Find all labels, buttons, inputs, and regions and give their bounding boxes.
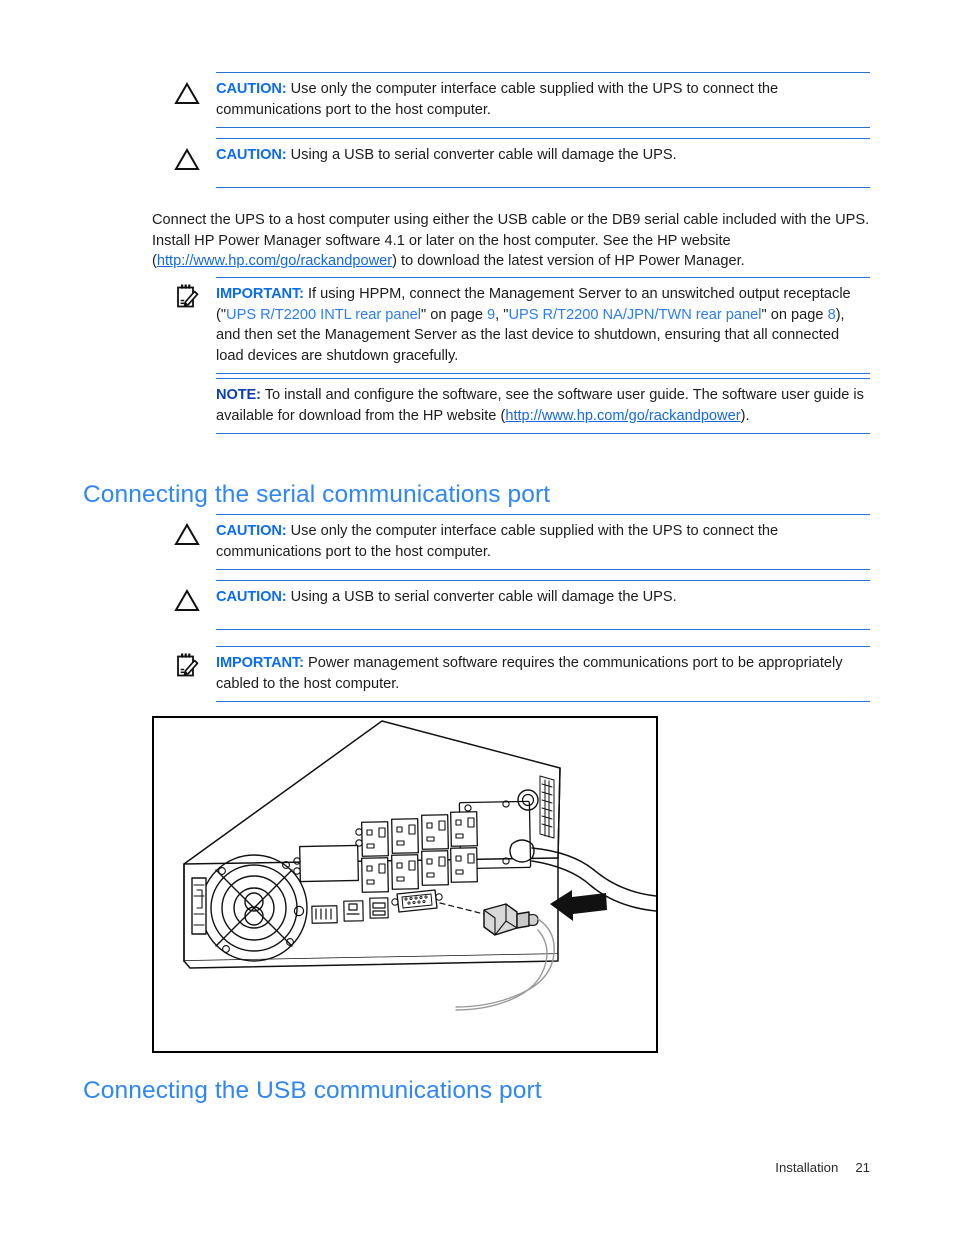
admonition-rule-bottom bbox=[216, 628, 870, 630]
page-ref-8[interactable]: 8 bbox=[828, 307, 836, 323]
caution-block-3-body: CAUTION: Use only the computer interface… bbox=[216, 515, 870, 569]
note-block-1: NOTE: To install and configure the softw… bbox=[216, 378, 870, 435]
important-block-1: IMPORTANT: If using HPPM, connect the Ma… bbox=[216, 277, 870, 375]
admonition-rule-bottom bbox=[216, 127, 870, 129]
caution-text: Use only the computer interface cable su… bbox=[216, 81, 779, 118]
xref-ups-na-jpn-twn-rear-panel[interactable]: UPS R/T2200 NA/JPN/TWN rear panel bbox=[508, 307, 761, 323]
footer-page-number: 21 bbox=[855, 1160, 870, 1175]
footer-chapter: Installation bbox=[775, 1160, 839, 1175]
important-text-part-2: " on page bbox=[421, 306, 488, 323]
admonition-rule-bottom bbox=[216, 569, 870, 571]
paragraph-line-1: Connect the UPS to a host computer using… bbox=[152, 212, 831, 228]
document-page: CAUTION: Use only the computer interface… bbox=[0, 0, 954, 1235]
important-block-1-body: IMPORTANT: If using HPPM, connect the Ma… bbox=[216, 278, 870, 373]
ups-rear-panel-serial-connection-figure bbox=[152, 716, 658, 1053]
note-label: NOTE: bbox=[216, 387, 261, 403]
page-footer: Installation 21 bbox=[0, 1160, 954, 1175]
caution-triangle-icon bbox=[170, 585, 204, 617]
important-text: Power management software requires the c… bbox=[216, 655, 843, 692]
caution-block-2-body: CAUTION: Using a USB to serial converter… bbox=[216, 139, 870, 173]
caution-label: CAUTION: bbox=[216, 147, 287, 163]
caution-block-1-body: CAUTION: Use only the computer interface… bbox=[216, 73, 870, 127]
important-label: IMPORTANT: bbox=[216, 655, 304, 671]
caution-block-1: CAUTION: Use only the computer interface… bbox=[216, 72, 870, 129]
important-block-2: IMPORTANT: Power management software req… bbox=[216, 646, 870, 703]
important-label: IMPORTANT: bbox=[216, 286, 304, 302]
xref-ups-intl-rear-panel[interactable]: UPS R/T2200 INTL rear panel bbox=[226, 307, 421, 323]
caution-label: CAUTION: bbox=[216, 523, 287, 539]
caution-block-4-body: CAUTION: Using a USB to serial converter… bbox=[216, 581, 870, 615]
important-note-icon bbox=[170, 650, 204, 682]
note-block-1-body: NOTE: To install and configure the softw… bbox=[216, 379, 870, 433]
caution-block-3: CAUTION: Use only the computer interface… bbox=[216, 514, 870, 571]
admonition-spacer bbox=[216, 615, 870, 629]
admonition-rule-bottom bbox=[216, 186, 870, 188]
admonition-rule-bottom bbox=[216, 373, 870, 375]
caution-block-4: CAUTION: Using a USB to serial converter… bbox=[216, 580, 870, 630]
caution-label: CAUTION: bbox=[216, 81, 287, 97]
note-text-part-2: ). bbox=[740, 407, 750, 424]
caution-text: Using a USB to serial converter cable wi… bbox=[290, 147, 677, 163]
heading-connecting-usb-port: Connecting the USB communications port bbox=[83, 1077, 542, 1104]
intro-paragraph: Connect the UPS to a host computer using… bbox=[152, 210, 870, 272]
caution-label: CAUTION: bbox=[216, 589, 287, 605]
rackandpower-url-link[interactable]: http://www.hp.com/go/rackandpower bbox=[157, 253, 392, 269]
caution-block-2: CAUTION: Using a USB to serial converter… bbox=[216, 138, 870, 188]
important-note-icon bbox=[170, 281, 204, 313]
admonition-spacer bbox=[216, 173, 870, 187]
important-text-part-3: , " bbox=[495, 306, 509, 323]
caution-text: Use only the computer interface cable su… bbox=[216, 523, 779, 560]
caution-triangle-icon bbox=[170, 78, 204, 110]
caution-triangle-icon bbox=[170, 519, 204, 551]
caution-text: Using a USB to serial converter cable wi… bbox=[290, 589, 677, 605]
admonition-rule-bottom bbox=[216, 701, 870, 703]
paragraph-line-3-after: ) to download the latest version of HP P… bbox=[392, 253, 745, 270]
important-block-2-body: IMPORTANT: Power management software req… bbox=[216, 647, 870, 701]
page-ref-9[interactable]: 9 bbox=[487, 307, 495, 323]
heading-connecting-serial-port: Connecting the serial communications por… bbox=[83, 481, 551, 508]
ups-illustration bbox=[183, 720, 656, 1011]
rackandpower-url-link[interactable]: http://www.hp.com/go/rackandpower bbox=[505, 408, 740, 424]
admonition-rule-bottom bbox=[216, 433, 870, 435]
important-text-part-4: " on page bbox=[761, 306, 828, 323]
caution-triangle-icon bbox=[170, 144, 204, 176]
